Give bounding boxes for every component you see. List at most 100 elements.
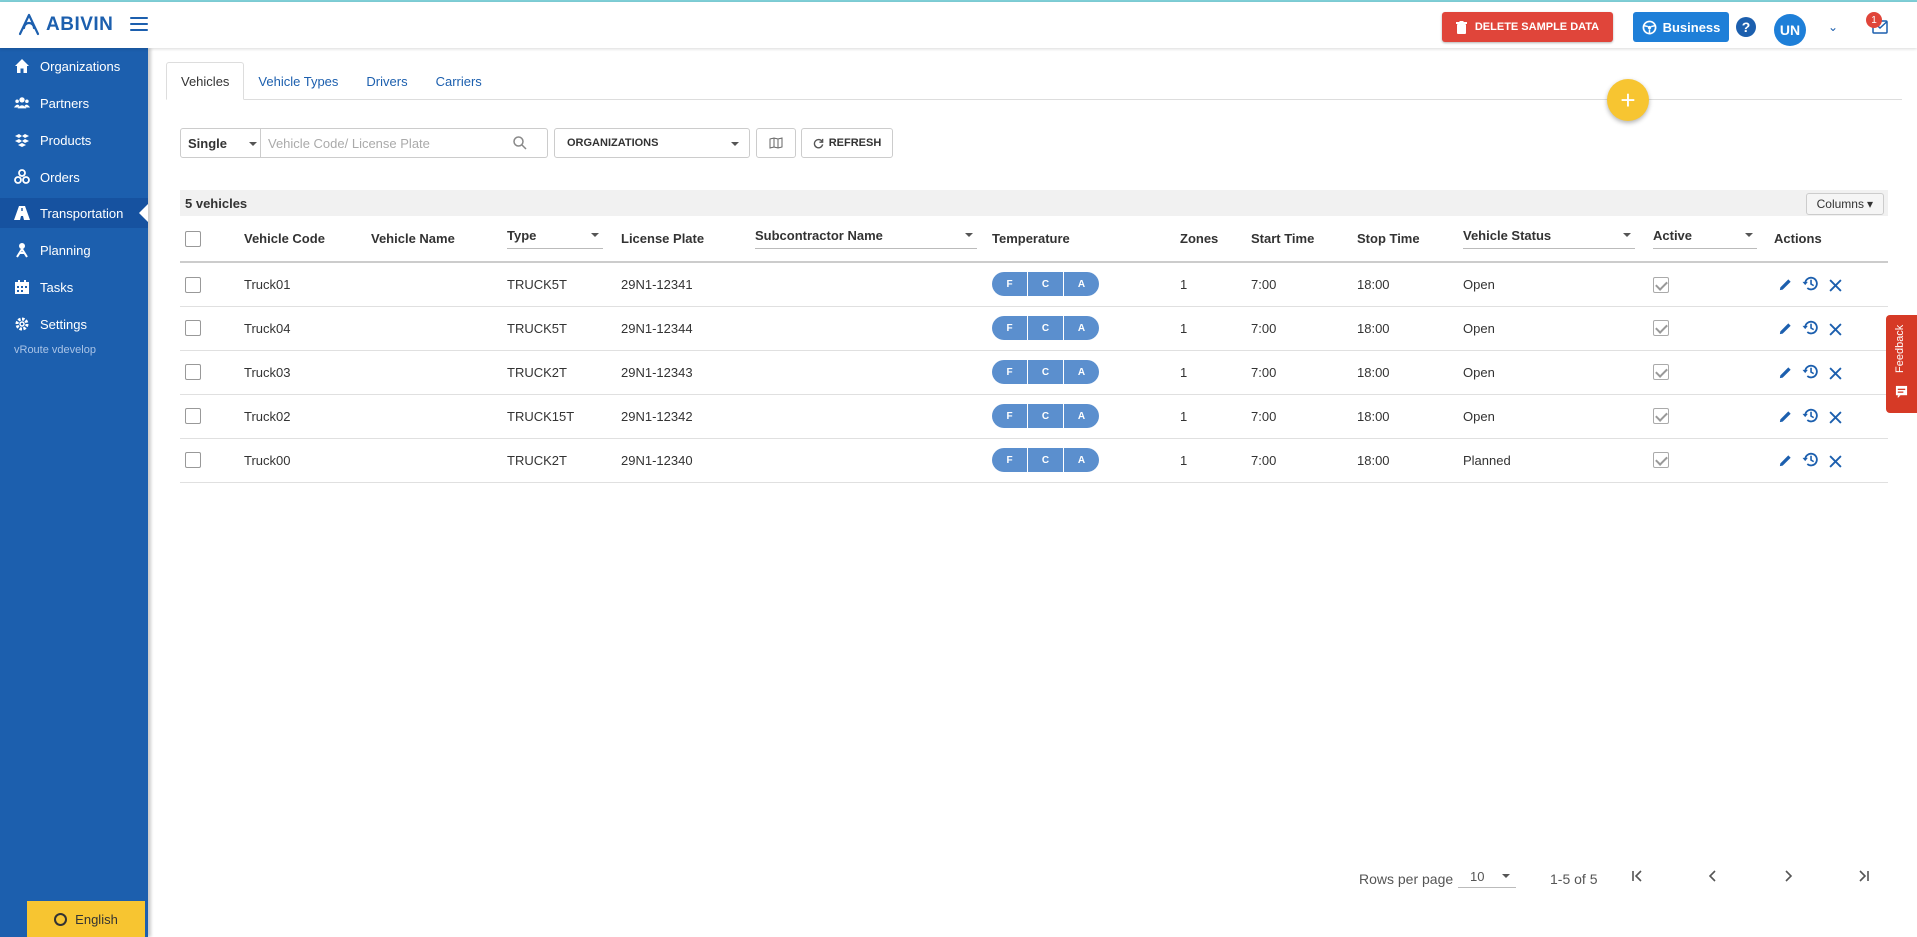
rows-per-page-value: 10 (1470, 869, 1485, 884)
header-subcontractor-filter[interactable]: Subcontractor Name (755, 228, 977, 249)
first-page-button[interactable] (1625, 864, 1649, 888)
active-checkbox[interactable] (1653, 452, 1669, 469)
abivin-logo[interactable]: ABIVIN (16, 12, 113, 38)
header-vehicle-name[interactable]: Vehicle Name (371, 216, 507, 263)
tab-vehicles[interactable]: Vehicles (166, 62, 245, 100)
row-select-checkbox[interactable] (185, 408, 201, 425)
chevron-down-icon[interactable]: ⌄ (1828, 20, 1838, 34)
sidebar-item-orders[interactable]: Orders (0, 162, 148, 192)
add-vehicle-button[interactable]: + (1607, 79, 1649, 121)
header-vehicle-code[interactable]: Vehicle Code (244, 216, 371, 263)
header-vehicle-status-filter[interactable]: Vehicle Status (1463, 228, 1635, 249)
edit-icon[interactable] (1774, 405, 1796, 427)
cell-zones: 1 (1180, 306, 1251, 351)
header-active-filter[interactable]: Active (1653, 228, 1757, 249)
active-checkbox[interactable] (1653, 364, 1669, 381)
row-select-checkbox[interactable] (185, 452, 201, 469)
organizations-select[interactable]: ORGANIZATIONS (554, 128, 750, 158)
header-start-time[interactable]: Start Time (1251, 216, 1357, 263)
language-button[interactable]: English (27, 901, 145, 937)
cell-vehicle-name (371, 306, 507, 351)
tab-vehicle-types[interactable]: Vehicle Types (244, 62, 352, 100)
table-row[interactable]: Truck02 TRUCK15T 29N1-12342 F C A 1 7:00 18:00 Op… (180, 394, 1888, 439)
delete-icon[interactable] (1824, 274, 1846, 296)
history-icon[interactable] (1799, 448, 1821, 470)
active-checkbox[interactable] (1653, 320, 1669, 337)
delete-icon[interactable] (1824, 406, 1846, 428)
cell-license-plate: 29N1-12341 (621, 262, 755, 307)
next-page-button[interactable] (1776, 864, 1800, 888)
cell-vehicle-code: Truck04 (244, 306, 371, 351)
feedback-tab[interactable]: Feedback (1886, 315, 1917, 413)
history-icon[interactable] (1799, 404, 1821, 426)
edit-icon[interactable] (1774, 273, 1796, 295)
table-row[interactable]: Truck01 TRUCK5T 29N1-12341 F C A 1 7:00 18:00 Ope… (180, 262, 1888, 307)
sidebar-item-partners[interactable]: Partners (0, 88, 148, 118)
temperature-pills: FCA (992, 316, 1099, 340)
history-icon[interactable] (1799, 272, 1821, 294)
cell-vehicle-status: Open (1463, 394, 1653, 439)
tab-bar: Vehicles Vehicle Types Drivers Carriers (166, 62, 496, 100)
history-icon[interactable] (1799, 316, 1821, 338)
search-mode-select[interactable]: Single (180, 128, 261, 158)
search-icon[interactable] (512, 135, 528, 151)
table-row[interactable]: Truck04 TRUCK5T 29N1-12344 F C A 1 7:00 18:00 Ope… (180, 306, 1888, 351)
business-button[interactable]: Business (1633, 12, 1729, 42)
user-avatar[interactable]: UN (1774, 14, 1806, 46)
sidebar-item-products[interactable]: Products (0, 125, 148, 155)
temperature-pill-chilled: C (1028, 316, 1063, 340)
sidebar-item-planning[interactable]: Planning (0, 235, 148, 265)
select-all-checkbox[interactable] (185, 230, 201, 247)
tab-drivers[interactable]: Drivers (352, 62, 421, 100)
hamburger-menu-icon[interactable] (130, 17, 148, 31)
row-select-checkbox[interactable] (185, 276, 201, 293)
rows-per-page-select[interactable]: 10 (1458, 866, 1516, 888)
sidebar-item-transportation[interactable]: Transportation (0, 198, 148, 228)
header-actions: Actions (1774, 216, 1888, 263)
header-type: Type (507, 228, 537, 243)
edit-icon[interactable] (1774, 317, 1796, 339)
table-row[interactable]: Truck00 TRUCK2T 29N1-12340 F C A 1 7:00 18:00 Pla… (180, 438, 1888, 483)
row-select-checkbox[interactable] (185, 320, 201, 337)
cell-start-time: 7:00 (1251, 438, 1357, 483)
header-zones[interactable]: Zones (1180, 216, 1251, 263)
header-stop-time[interactable]: Stop Time (1357, 216, 1463, 263)
history-icon[interactable] (1799, 360, 1821, 382)
active-checkbox[interactable] (1653, 276, 1669, 293)
organizations-label: ORGANIZATIONS (567, 137, 659, 149)
delete-sample-data-label: DELETE SAMPLE DATA (1474, 21, 1600, 33)
header-license-plate[interactable]: License Plate (621, 216, 755, 263)
cell-vehicle-status: Open (1463, 262, 1653, 307)
edit-icon[interactable] (1774, 449, 1796, 471)
delete-sample-data-button[interactable]: DELETE SAMPLE DATA (1442, 12, 1613, 42)
previous-page-button[interactable] (1701, 864, 1725, 888)
cell-vehicle-code: Truck02 (244, 394, 371, 439)
last-page-button[interactable] (1852, 864, 1876, 888)
table-row[interactable]: Truck03 TRUCK2T 29N1-12343 F C A 1 7:00 18:00 Ope… (180, 350, 1888, 395)
edit-icon[interactable] (1774, 361, 1796, 383)
refresh-button[interactable]: REFRESH (801, 128, 893, 158)
sidebar-item-tasks[interactable]: Tasks (0, 272, 148, 302)
cubes-icon (14, 169, 30, 184)
delete-icon[interactable] (1824, 450, 1846, 472)
cell-vehicle-name (371, 350, 507, 395)
delete-icon[interactable] (1824, 362, 1846, 384)
map-view-button[interactable] (756, 128, 796, 158)
temperature-pill-frozen: F (992, 316, 1027, 340)
active-checkbox[interactable] (1653, 408, 1669, 425)
cell-stop-time: 18:00 (1357, 350, 1463, 395)
sidebar-item-settings[interactable]: Settings (0, 309, 148, 339)
row-select-checkbox[interactable] (185, 364, 201, 381)
temperature-pill-frozen: F (992, 404, 1027, 428)
cell-subcontractor (755, 262, 992, 307)
columns-button[interactable]: Columns ▾ (1805, 193, 1884, 215)
header-type-filter[interactable]: Type (507, 228, 603, 249)
search-input[interactable] (261, 128, 548, 158)
boxes-icon (15, 134, 29, 147)
tab-carriers[interactable]: Carriers (422, 62, 496, 100)
caret-down-icon (1745, 233, 1753, 237)
sidebar-item-organizations[interactable]: Organizations (0, 51, 148, 81)
help-icon[interactable]: ? (1736, 17, 1756, 37)
delete-icon[interactable] (1824, 318, 1846, 340)
vehicles-table: Vehicle Code Vehicle Name Type License P… (180, 216, 1888, 483)
